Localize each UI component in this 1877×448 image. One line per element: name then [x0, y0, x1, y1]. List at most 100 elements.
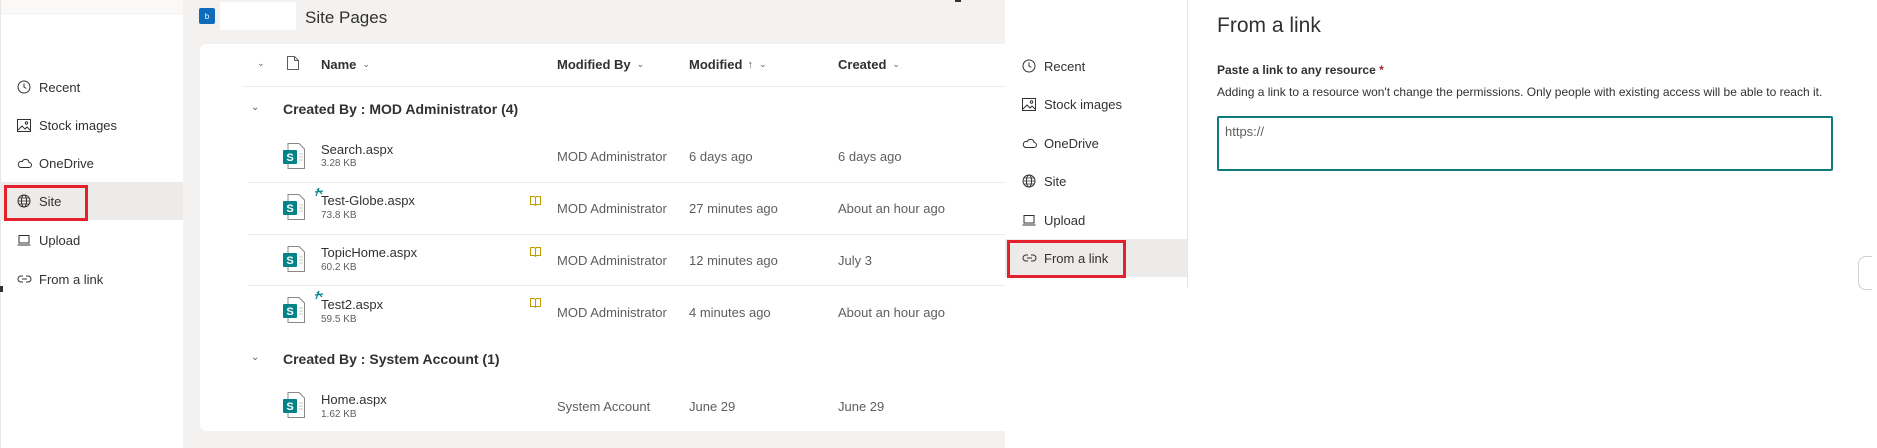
- image-icon: [16, 117, 32, 133]
- edge-mark-top: [955, 0, 961, 2]
- cloud-icon: [16, 155, 32, 171]
- column-header-created[interactable]: Created ⌄: [838, 57, 900, 72]
- sharepoint-page-icon: S: [283, 194, 305, 220]
- nav-label: OneDrive: [1044, 135, 1099, 151]
- site-logo[interactable]: b: [199, 8, 215, 24]
- site-name-area: [220, 2, 296, 30]
- sharepoint-page-icon: S: [283, 392, 305, 418]
- library-title: Site Pages: [305, 8, 388, 27]
- nav-label: Recent: [1044, 58, 1086, 74]
- left-nav-item-recent[interactable]: Recent: [0, 68, 183, 106]
- site-logo-text: b: [204, 11, 210, 21]
- nav-label: Upload: [39, 232, 81, 248]
- required-marker: *: [1379, 63, 1384, 77]
- svg-text:S: S: [286, 152, 293, 164]
- column-header-modified-by-label: Modified By: [557, 57, 631, 72]
- sharepoint-page-icon: S: [283, 246, 305, 272]
- link-icon: [1021, 250, 1037, 266]
- nav-label: Recent: [39, 79, 81, 95]
- svg-text:S: S: [286, 401, 293, 413]
- nav-label: Upload: [1044, 212, 1086, 228]
- checked-out-book-icon: [530, 298, 541, 308]
- nav-label: OneDrive: [39, 155, 94, 171]
- modified-by-cell: MOD Administrator: [557, 201, 667, 216]
- top-strip: [1, 0, 184, 14]
- created-cell: June 29: [838, 399, 885, 414]
- clock-icon: [16, 79, 32, 95]
- checked-out-book-icon: [530, 196, 541, 206]
- right-nav-item-from-a-link[interactable]: From a link: [1005, 239, 1187, 277]
- sharepoint-page-icon: S: [283, 143, 305, 169]
- link-icon: [16, 271, 32, 287]
- group-collapse-chevron-icon[interactable]: ⌄: [251, 102, 259, 113]
- file-size: 1.62 KB: [321, 409, 357, 420]
- file-size: 60.2 KB: [321, 262, 357, 273]
- left-nav-item-from-a-link[interactable]: From a link: [0, 260, 183, 298]
- nav-label: From a link: [39, 271, 104, 287]
- right-nav-item-recent[interactable]: Recent: [1005, 47, 1188, 85]
- link-url-input[interactable]: [1217, 116, 1833, 171]
- laptop-icon: [1021, 212, 1037, 228]
- column-header-name-label: Name: [321, 57, 357, 72]
- panel-edge-handle[interactable]: [1858, 256, 1872, 290]
- sort-ascending-icon: ↑: [747, 58, 753, 71]
- file-name[interactable]: Home.aspx: [321, 392, 387, 407]
- permissions-help-text: Adding a link to a resource won't change…: [1217, 85, 1823, 99]
- group-collapse-chevron-icon[interactable]: ⌄: [251, 352, 259, 363]
- globe-icon: [1021, 173, 1037, 189]
- column-header-created-label: Created: [838, 57, 887, 72]
- column-header-name[interactable]: Name ⌄: [321, 57, 370, 72]
- right-nav-item-stock-images[interactable]: Stock images: [1005, 85, 1188, 123]
- file-type-header-icon[interactable]: [287, 56, 299, 70]
- nav-label: From a link: [1044, 250, 1109, 266]
- left-nav-item-stock-images[interactable]: Stock images: [0, 106, 183, 144]
- column-header-modified[interactable]: Modified ↑ ⌄: [689, 57, 766, 72]
- select-all-chevron[interactable]: ⌄: [257, 58, 265, 69]
- file-name[interactable]: Test2.aspx: [321, 297, 383, 312]
- chevron-down-icon: ⌄: [362, 59, 370, 69]
- created-cell: July 3: [838, 253, 872, 268]
- left-nav-item-site[interactable]: Site: [0, 182, 183, 220]
- clock-icon: [1021, 58, 1037, 74]
- file-size: 59.5 KB: [321, 314, 357, 325]
- panel-title: From a link: [1217, 14, 1321, 37]
- image-icon: [1021, 96, 1037, 112]
- column-header-modified-by[interactable]: Modified By ⌄: [557, 57, 644, 72]
- chevron-down-icon: ⌄: [892, 59, 900, 69]
- nav-label: Stock images: [39, 117, 118, 133]
- file-name[interactable]: TopicHome.aspx: [321, 245, 417, 260]
- right-nav-item-upload[interactable]: Upload: [1005, 201, 1188, 239]
- cloud-icon: [1021, 135, 1037, 151]
- modified-cell: 12 minutes ago: [689, 253, 778, 268]
- right-nav-item-site[interactable]: Site: [1005, 162, 1188, 200]
- file-size: 3.28 KB: [321, 158, 357, 169]
- column-header-modified-label: Modified: [689, 57, 743, 72]
- laptop-icon: [16, 232, 32, 248]
- modified-cell: 4 minutes ago: [689, 305, 771, 320]
- chevron-down-icon: ⌄: [636, 59, 645, 69]
- checked-out-book-icon: [530, 247, 541, 257]
- link-field-label-text: Paste a link to any resource: [1217, 63, 1376, 77]
- right-nav-item-onedrive[interactable]: OneDrive: [1005, 124, 1188, 162]
- nav-label: Site: [39, 193, 62, 209]
- modified-by-cell: MOD Administrator: [557, 305, 667, 320]
- nav-label: Site: [1044, 173, 1067, 189]
- created-cell: About an hour ago: [838, 201, 945, 216]
- left-nav-item-upload[interactable]: Upload: [0, 221, 183, 259]
- group-header-system-account[interactable]: Created By : System Account (1): [283, 351, 500, 367]
- link-field-label: Paste a link to any resource *: [1217, 63, 1384, 77]
- modified-by-cell: System Account: [557, 399, 651, 414]
- file-name[interactable]: Search.aspx: [321, 142, 393, 157]
- sharepoint-page-icon: S: [283, 297, 305, 323]
- screenshot-page: Recent Stock images OneDrive Site Upload…: [0, 0, 1877, 448]
- chevron-down-icon: ⌄: [758, 59, 767, 69]
- modified-by-cell: MOD Administrator: [557, 253, 667, 268]
- nav-label: Stock images: [1044, 96, 1123, 112]
- modified-by-cell: MOD Administrator: [557, 149, 667, 164]
- svg-text:S: S: [286, 203, 293, 215]
- left-nav-item-onedrive[interactable]: OneDrive: [0, 144, 183, 182]
- header-divider: [243, 86, 1005, 87]
- group-header-mod-administrator[interactable]: Created By : MOD Administrator (4): [283, 101, 518, 117]
- file-name[interactable]: Test-Globe.aspx: [321, 193, 415, 208]
- globe-icon: [16, 193, 32, 209]
